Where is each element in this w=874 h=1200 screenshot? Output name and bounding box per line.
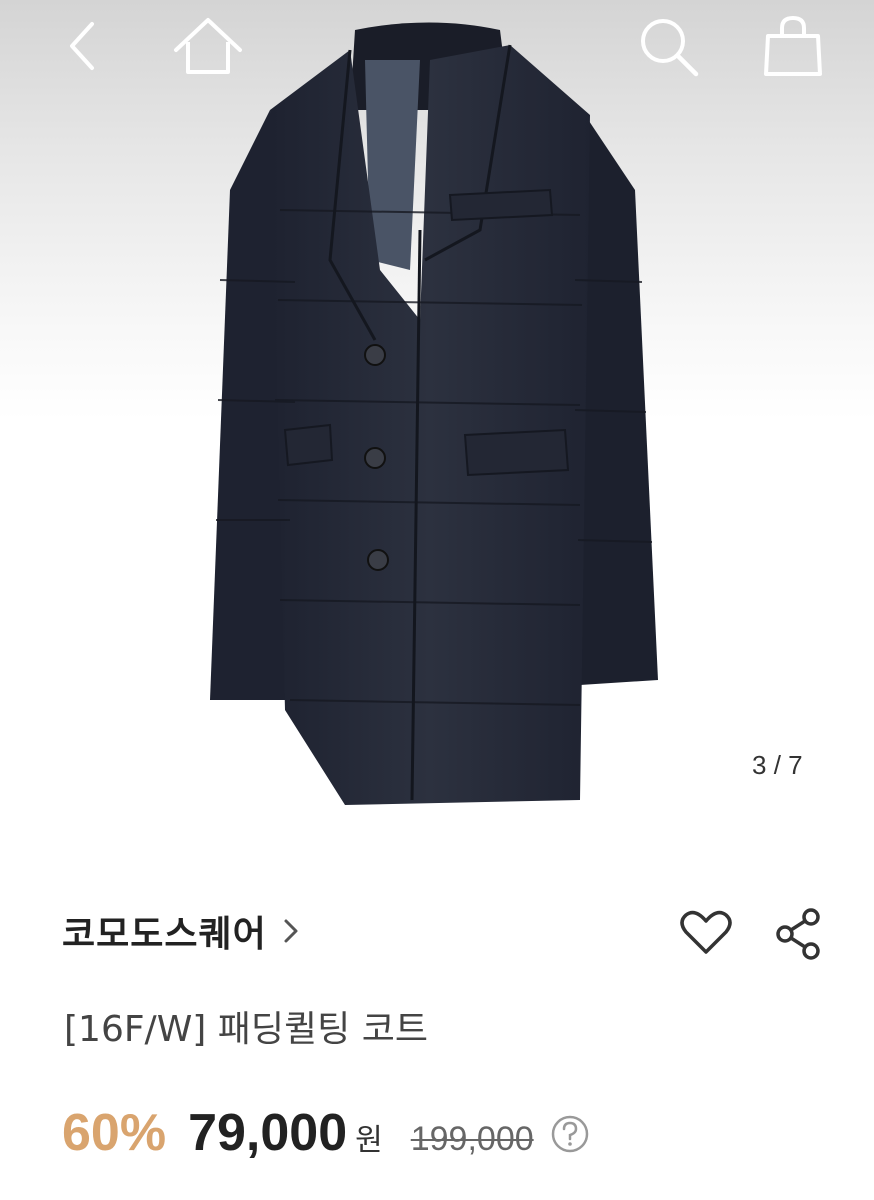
share-icon — [776, 908, 820, 960]
brand-name: 코모도스퀘어 — [62, 914, 267, 955]
product-image-area[interactable]: 3 / 7 — [0, 0, 874, 850]
currency-unit: 원 — [355, 1123, 383, 1158]
heart-icon — [680, 910, 732, 954]
price-row: 60% 79,000 원 199,000 — [62, 1103, 590, 1163]
brand-link[interactable]: 코모도스퀘어 — [62, 905, 301, 957]
like-button[interactable] — [680, 910, 732, 960]
chevron-left-icon — [70, 22, 94, 70]
share-button[interactable] — [775, 908, 823, 964]
price-help-button[interactable] — [550, 1114, 590, 1158]
sale-price: 79,000 — [188, 1104, 348, 1162]
shopping-bag-icon — [764, 15, 822, 76]
image-page-counter: 3 / 7 — [752, 750, 803, 781]
page-separator: / — [766, 750, 789, 780]
question-circle-icon — [551, 1115, 588, 1153]
product-title: [16F/W] 패딩퀼팅 코트 — [64, 1009, 428, 1050]
page-current: 3 — [752, 750, 767, 780]
original-price: 199,000 — [410, 1120, 534, 1158]
shopping-bag-button[interactable] — [758, 12, 828, 82]
chevron-right-icon — [284, 919, 298, 943]
discount-rate: 60% — [62, 1104, 167, 1162]
back-button[interactable] — [58, 14, 110, 78]
product-photo-coat — [210, 22, 658, 805]
page-total: 7 — [788, 750, 803, 780]
